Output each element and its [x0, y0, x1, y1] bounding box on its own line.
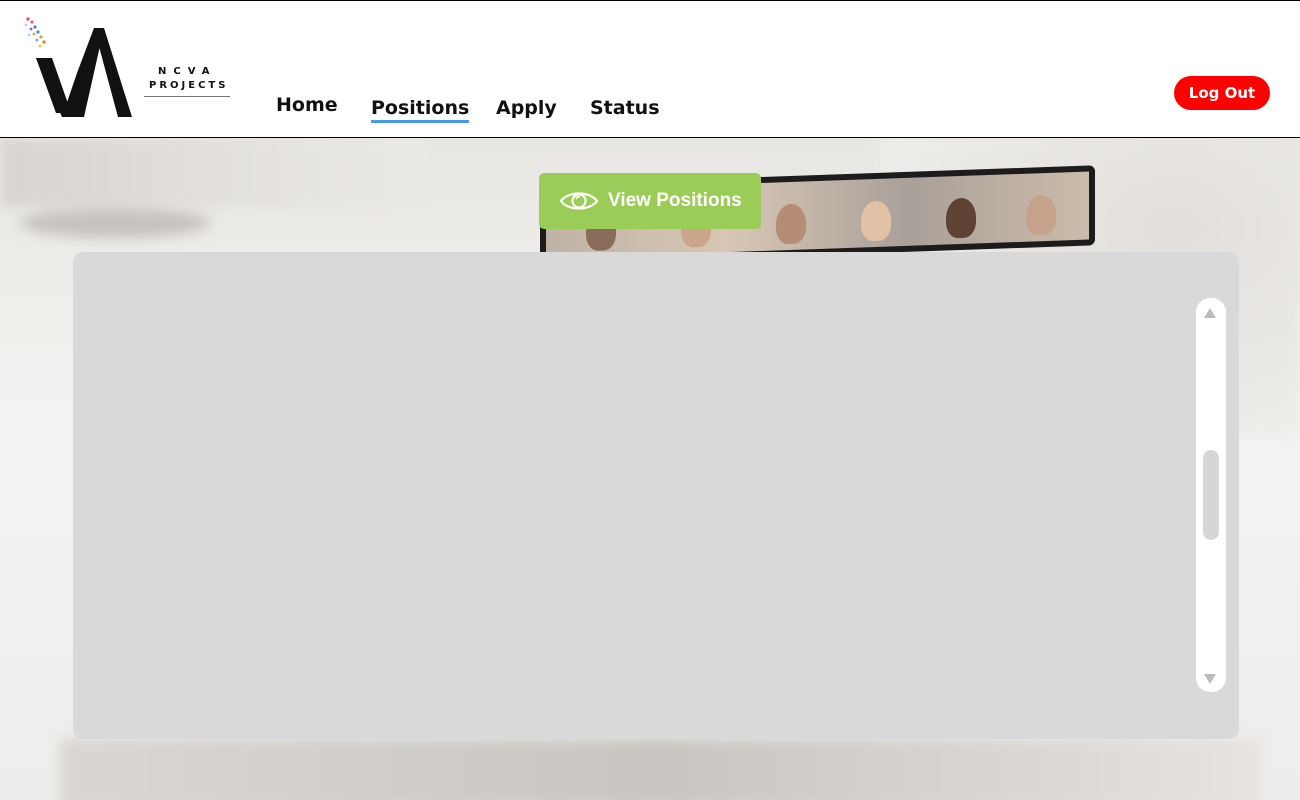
person-image: [861, 200, 891, 242]
view-positions-button[interactable]: View Positions: [539, 173, 761, 229]
background-blur: [0, 138, 420, 208]
scroll-thumb[interactable]: [1203, 450, 1219, 540]
logo-text-projects: PROJECTS: [149, 80, 229, 91]
logout-button[interactable]: Log Out: [1174, 76, 1270, 110]
scroll-down-arrow-icon[interactable]: [1204, 674, 1216, 684]
nav-home[interactable]: Home: [276, 94, 338, 116]
logo-divider: [144, 96, 230, 97]
positions-scrollbar[interactable]: [1196, 298, 1226, 692]
background-keyboard: [60, 738, 1260, 800]
logo-text-ncva: NCVA: [158, 66, 217, 77]
person-image: [1026, 194, 1056, 236]
person-image: [946, 197, 976, 239]
ncva-logo[interactable]: NCVA PROJECTS: [22, 13, 230, 123]
nav-status[interactable]: Status: [590, 97, 660, 119]
person-image: [776, 203, 806, 245]
view-positions-label: View Positions: [608, 190, 742, 211]
background-blur: [20, 208, 210, 238]
positions-panel: [73, 252, 1239, 739]
ncva-logo-mark: [24, 17, 132, 117]
nav-apply[interactable]: Apply: [496, 97, 557, 119]
top-header: NCVA PROJECTS Home Positions Apply Statu…: [0, 0, 1300, 138]
nav-positions[interactable]: Positions: [371, 97, 470, 123]
scroll-up-arrow-icon[interactable]: [1204, 308, 1216, 318]
eye-icon: [559, 192, 599, 210]
